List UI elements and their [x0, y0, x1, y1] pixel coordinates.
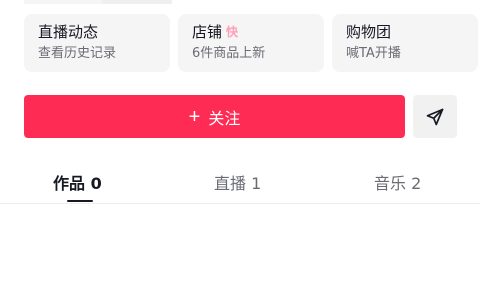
tab-live[interactable]: 直播 1: [214, 170, 261, 194]
card-subtitle: 喊TA开播: [346, 46, 401, 61]
follow-button[interactable]: + 关注: [24, 95, 405, 138]
live-dynamics-card[interactable]: 直播动态 查看历史记录: [24, 14, 170, 72]
send-message-button[interactable]: [413, 95, 457, 138]
shop-badge-icon: 快: [226, 25, 238, 39]
shop-card[interactable]: 店铺 快 6件商品上新: [178, 14, 324, 72]
content-tabs: 作品 0 直播 1 音乐 2: [0, 160, 480, 204]
card-title: 直播动态: [38, 23, 99, 41]
active-tab-indicator: [67, 200, 93, 202]
follow-label: 关注: [208, 110, 241, 128]
plus-icon: +: [188, 105, 201, 128]
tab-works[interactable]: 作品 0: [53, 170, 102, 194]
send-icon: [426, 108, 444, 125]
card-title: 店铺 快: [192, 23, 238, 41]
card-subtitle: 查看历史记录: [38, 46, 117, 61]
top-edge-decoration: [102, 0, 172, 4]
card-subtitle: 6件商品上新: [192, 46, 266, 61]
card-title: 购物团: [346, 23, 392, 41]
tab-music[interactable]: 音乐 2: [374, 170, 421, 194]
feature-cards: 直播动态 查看历史记录 店铺 快 6件商品上新 购物团 喊TA开播: [24, 14, 478, 72]
shopping-group-card[interactable]: 购物团 喊TA开播: [332, 14, 478, 72]
